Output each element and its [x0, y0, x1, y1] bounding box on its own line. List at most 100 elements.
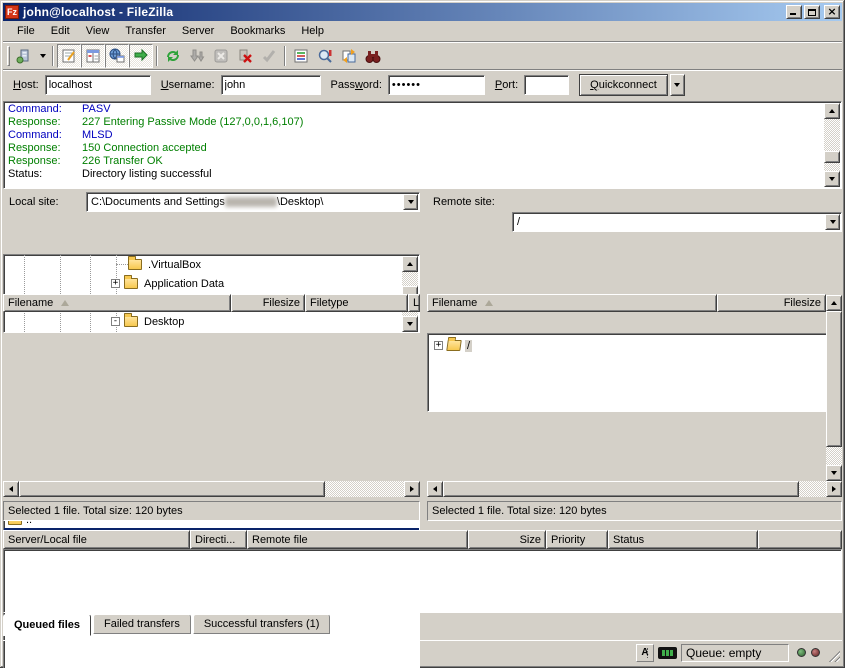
menu-bookmarks[interactable]: Bookmarks	[222, 23, 293, 39]
message-log[interactable]: Command:PASV Response:227 Entering Passi…	[3, 101, 842, 189]
menu-file[interactable]: File	[9, 23, 43, 39]
filter-button[interactable]	[289, 44, 313, 68]
host-input[interactable]	[45, 75, 151, 95]
data-type-indicator-icon[interactable]: A	[636, 644, 654, 662]
quickconnect-button[interactable]: Quickconnect	[579, 74, 668, 96]
log-text: MLSD	[82, 129, 113, 142]
reconnect-button[interactable]	[257, 44, 281, 68]
remote-tree[interactable]: + /	[427, 333, 842, 412]
scrollbar-thumb[interactable]	[826, 311, 842, 447]
column-header-last-modified[interactable]: L	[408, 294, 420, 312]
scrollbar-thumb[interactable]	[824, 151, 840, 163]
remote-tree-icon	[109, 48, 125, 64]
synchronized-browsing-button[interactable]	[337, 44, 361, 68]
username-label: Username:	[161, 79, 215, 91]
scrollbar-thumb[interactable]	[19, 481, 325, 497]
tree-item-root[interactable]: + /	[434, 336, 472, 355]
scroll-down-button[interactable]	[824, 171, 840, 187]
menu-transfer[interactable]: Transfer	[117, 23, 174, 39]
log-vertical-scrollbar[interactable]	[824, 103, 840, 187]
open-folder-icon	[446, 340, 462, 351]
collapse-icon[interactable]: -	[111, 317, 120, 326]
quickconnect-dropdown-button[interactable]	[670, 74, 685, 96]
menu-help[interactable]: Help	[293, 23, 332, 39]
column-header-size[interactable]: Size	[468, 530, 546, 549]
toggle-message-log-button[interactable]	[57, 44, 81, 68]
cancel-button[interactable]	[209, 44, 233, 68]
window-resize-grip[interactable]	[827, 649, 840, 662]
column-header-filename[interactable]: Filename	[3, 294, 231, 312]
refresh-button[interactable]	[161, 44, 185, 68]
directory-comparison-button[interactable]	[313, 44, 337, 68]
local-horizontal-scrollbar[interactable]	[3, 481, 420, 497]
toggle-remote-tree-button[interactable]	[105, 44, 129, 68]
tab-queued-files[interactable]: Queued files	[3, 614, 91, 636]
tree-item-desktop[interactable]: - Desktop	[111, 312, 186, 331]
column-header-remote-file[interactable]: Remote file	[247, 530, 468, 549]
scrollbar-thumb[interactable]	[443, 481, 799, 497]
remote-site-dropdown-button[interactable]	[825, 214, 840, 230]
host-label: Host:	[13, 79, 39, 91]
scroll-down-button[interactable]	[402, 316, 418, 332]
scroll-left-button[interactable]	[3, 481, 19, 497]
log-text: 226 Transfer OK	[82, 155, 163, 168]
disconnect-button[interactable]	[233, 44, 257, 68]
toggle-local-tree-button[interactable]	[81, 44, 105, 68]
column-header-filetype[interactable]: Filetype	[305, 294, 408, 312]
local-site-combo[interactable]: C:\Documents and Settings\Desktop\	[86, 192, 420, 212]
username-input[interactable]	[221, 75, 321, 95]
column-header-direction[interactable]: Directi...	[190, 530, 247, 549]
close-button[interactable]: ×	[824, 5, 840, 19]
minimize-button[interactable]	[786, 5, 802, 19]
port-input[interactable]	[524, 75, 569, 95]
scroll-right-button[interactable]	[404, 481, 420, 497]
vertical-pane-splitter[interactable]	[420, 192, 427, 521]
log-label: Response:	[4, 142, 82, 155]
scrollbar-track[interactable]	[824, 119, 840, 171]
process-queue-button[interactable]	[185, 44, 209, 68]
tree-item-virtualbox[interactable]: .VirtualBox	[128, 255, 203, 274]
menu-edit[interactable]: Edit	[43, 23, 78, 39]
scroll-up-button[interactable]	[824, 103, 840, 119]
maximize-button[interactable]	[804, 5, 820, 19]
site-manager-button[interactable]	[12, 44, 36, 68]
tab-failed-transfers[interactable]: Failed transfers	[93, 614, 191, 634]
local-site-dropdown-button[interactable]	[403, 194, 418, 210]
tab-successful-transfers[interactable]: Successful transfers (1)	[193, 614, 331, 634]
scroll-up-button[interactable]	[826, 295, 842, 311]
log-label: Response:	[4, 155, 82, 168]
title-bar[interactable]: Fz john@localhost - FileZilla ×	[3, 3, 842, 21]
password-input[interactable]	[388, 75, 485, 95]
column-header-server-local-file[interactable]: Server/Local file	[3, 530, 190, 549]
menu-server[interactable]: Server	[174, 23, 222, 39]
scroll-left-button[interactable]	[427, 481, 443, 497]
remote-site-combo[interactable]: /	[512, 212, 842, 232]
tree-item-label: Application Data	[142, 278, 226, 290]
transfer-queue-list[interactable]	[3, 549, 842, 613]
column-header-filename[interactable]: Filename	[427, 294, 717, 312]
window-title: john@localhost - FileZilla	[23, 5, 784, 19]
find-files-button[interactable]	[361, 44, 385, 68]
close-icon: ×	[827, 7, 836, 17]
column-header-status[interactable]: Status	[608, 530, 758, 549]
scroll-down-button[interactable]	[826, 465, 842, 481]
column-header-priority[interactable]: Priority	[546, 530, 608, 549]
column-header-filesize[interactable]: Filesize	[231, 294, 305, 312]
remote-vertical-scrollbar[interactable]	[826, 295, 842, 481]
toggle-transfer-queue-button[interactable]	[129, 44, 153, 68]
scroll-right-button[interactable]	[826, 481, 842, 497]
toolbar-grip[interactable]	[7, 46, 10, 66]
expand-icon[interactable]: +	[434, 341, 443, 350]
column-header-filesize[interactable]: Filesize	[717, 294, 826, 312]
site-manager-dropdown-button[interactable]	[36, 44, 49, 68]
cancel-icon	[213, 48, 229, 64]
refresh-icon	[165, 48, 181, 64]
speed-limits-icon[interactable]	[658, 647, 677, 659]
scroll-up-button[interactable]	[402, 256, 418, 272]
quickconnect-bar: Host: Username: Password: Port: Quickcon…	[3, 71, 842, 99]
menu-view[interactable]: View	[78, 23, 118, 39]
expand-icon[interactable]: +	[111, 279, 120, 288]
tree-item-application-data[interactable]: + Application Data	[111, 274, 226, 293]
remote-horizontal-scrollbar[interactable]	[427, 481, 842, 497]
scroll-left-icon	[433, 486, 437, 492]
